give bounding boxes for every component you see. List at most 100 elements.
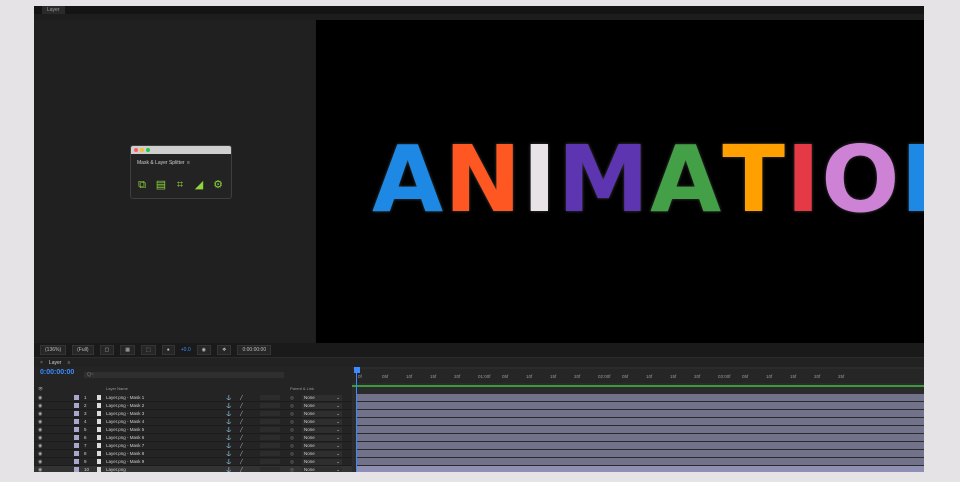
channel-icon[interactable]: ● [161, 345, 175, 355]
tab-layer[interactable]: Layer [42, 6, 65, 14]
pickwhip-icon[interactable]: ◎ [290, 451, 294, 457]
quality-switch-icon[interactable]: ╱ [240, 451, 243, 457]
layer-row[interactable]: ◉ 2 Layer.png - Mask 2 ⚓ ╱ ◎ None ⌄ [34, 402, 352, 410]
layer-bar[interactable] [356, 410, 924, 417]
layer-row[interactable]: ◉ 5 Layer.png - Mask 5 ⚓ ╱ ◎ None ⌄ [34, 426, 352, 434]
switches-cells[interactable] [260, 467, 280, 472]
pickwhip-icon[interactable]: ◎ [290, 435, 294, 441]
label-color-swatch[interactable] [74, 435, 79, 440]
close-icon[interactable]: × [40, 360, 43, 366]
layer-row[interactable]: ◉ 4 Layer.png - Mask 4 ⚓ ╱ ◎ None ⌄ [34, 418, 352, 426]
settings-icon[interactable]: ⚙ [212, 179, 224, 191]
work-area-bar[interactable] [352, 385, 924, 387]
eye-icon[interactable]: ◉ [38, 395, 42, 401]
close-window-button[interactable] [134, 148, 138, 152]
layer-bar[interactable] [356, 458, 924, 465]
layer-name[interactable]: Layer.png - Mask 1 [106, 395, 144, 400]
label-color-swatch[interactable] [74, 395, 79, 400]
eye-icon[interactable]: ◉ [38, 467, 42, 473]
parent-dropdown[interactable]: None ⌄ [302, 418, 342, 425]
quality-switch-icon[interactable]: ╱ [240, 443, 243, 449]
eye-icon[interactable]: ◉ [38, 411, 42, 417]
eye-icon[interactable]: ◉ [38, 427, 42, 433]
exposure-value[interactable]: +0.0 [181, 347, 191, 353]
pickwhip-icon[interactable]: ◎ [290, 467, 294, 473]
layer-row[interactable]: ◉ 8 Layer.png - Mask 8 ⚓ ╱ ◎ None ⌄ [34, 450, 352, 458]
layer-name[interactable]: Layer.png - Mask 6 [106, 435, 144, 440]
pickwhip-icon[interactable]: ◎ [290, 403, 294, 409]
quality-switch-icon[interactable]: ╱ [240, 395, 243, 401]
parent-dropdown[interactable]: None ⌄ [302, 442, 342, 449]
parent-dropdown[interactable]: None ⌄ [302, 458, 342, 465]
eye-icon[interactable]: ◉ [38, 459, 42, 465]
layer-search-input[interactable]: Q~ [84, 372, 284, 378]
zoom-window-button[interactable] [146, 148, 150, 152]
camera-icon[interactable]: ◉ [196, 345, 211, 355]
minimize-window-button[interactable] [140, 148, 144, 152]
current-time-display[interactable]: 0:00:00:00 [40, 369, 74, 376]
parent-dropdown[interactable]: None ⌄ [302, 434, 342, 441]
crop-icon[interactable]: ⌗ [174, 179, 186, 191]
shy-switch-icon[interactable]: ⚓ [226, 451, 232, 457]
label-color-swatch[interactable] [74, 427, 79, 432]
label-color-swatch[interactable] [74, 459, 79, 464]
timeline-tracks[interactable]: 0f 05f 10f 15f 20f 01:00f 05f 10f 15f 20f 02:00f 05… [352, 367, 924, 472]
layer-name[interactable]: Layer.png - Mask 3 [106, 411, 144, 416]
shy-switch-icon[interactable]: ⚓ [226, 467, 232, 473]
layer-split-icon[interactable]: ⧉ [136, 179, 148, 191]
quality-switch-icon[interactable]: ╱ [240, 403, 243, 409]
region-icon[interactable]: ▢ [99, 345, 115, 355]
layer-bar[interactable] [356, 426, 924, 433]
timeline-tab[interactable]: Layer [49, 360, 62, 366]
shy-switch-icon[interactable]: ⚓ [226, 411, 232, 417]
layer-row[interactable]: ◉ 6 Layer.png - Mask 6 ⚓ ╱ ◎ None ⌄ [34, 434, 352, 442]
menu-icon[interactable]: ≡ [67, 360, 70, 366]
shy-switch-icon[interactable]: ⚓ [226, 419, 232, 425]
viewer-timecode[interactable]: 0:00:00:00 [237, 345, 272, 355]
layer-row[interactable]: ◉ 1 Layer.png - Mask 1 ⚓ ╱ ◎ None ⌄ [34, 394, 352, 402]
pickwhip-icon[interactable]: ◎ [290, 419, 294, 425]
layer-name[interactable]: Layer.png - Mask 2 [106, 403, 144, 408]
switches-cells[interactable] [260, 395, 280, 400]
switches-cells[interactable] [260, 403, 280, 408]
layer-bar[interactable] [356, 394, 924, 401]
switches-cells[interactable] [260, 459, 280, 464]
show-snapshot-icon[interactable]: ❖ [217, 345, 232, 355]
label-color-swatch[interactable] [74, 419, 79, 424]
playhead-handle[interactable] [354, 367, 360, 373]
playhead[interactable] [354, 367, 360, 472]
switches-cells[interactable] [260, 443, 280, 448]
pickwhip-icon[interactable]: ◎ [290, 459, 294, 465]
eye-icon[interactable]: ◉ [38, 435, 42, 441]
shy-switch-icon[interactable]: ⚓ [226, 403, 232, 409]
align-icon[interactable]: ▤ [155, 179, 167, 191]
parent-dropdown[interactable]: None ⌄ [302, 402, 342, 409]
layer-row[interactable]: ◉ 9 Layer.png - Mask 9 ⚓ ╱ ◎ None ⌄ [34, 458, 352, 466]
label-color-swatch[interactable] [74, 467, 79, 472]
switches-cells[interactable] [260, 451, 280, 456]
eye-icon[interactable]: ◉ [38, 451, 42, 457]
pickwhip-icon[interactable]: ◎ [290, 427, 294, 433]
pickwhip-icon[interactable]: ◎ [290, 395, 294, 401]
quality-switch-icon[interactable]: ╱ [240, 411, 243, 417]
shy-switch-icon[interactable]: ⚓ [226, 435, 232, 441]
quality-switch-icon[interactable]: ╱ [240, 467, 243, 473]
stairs-icon[interactable]: ◢ [193, 179, 205, 191]
zoom-dropdown[interactable]: (136%) [40, 345, 67, 355]
switches-cells[interactable] [260, 419, 280, 424]
switches-cells[interactable] [260, 435, 280, 440]
parent-dropdown[interactable]: None ⌄ [302, 394, 342, 401]
label-color-swatch[interactable] [74, 443, 79, 448]
layer-name[interactable]: Layer.png - Mask 8 [106, 451, 144, 456]
time-ruler[interactable]: 0f 05f 10f 15f 20f 01:00f 05f 10f 15f 20f 02:00f 05… [352, 369, 924, 383]
eye-icon[interactable]: ◉ [38, 419, 42, 425]
layer-bar[interactable] [356, 442, 924, 449]
layer-bar[interactable] [356, 450, 924, 457]
layer-row[interactable]: ◉ 10 Layer.png ⚓ ╱ ◎ None ⌄ [34, 466, 352, 472]
layer-name-header[interactable]: Layer Name [106, 386, 128, 391]
shy-switch-icon[interactable]: ⚓ [226, 427, 232, 433]
parent-dropdown[interactable]: None ⌄ [302, 466, 342, 472]
layer-name[interactable]: Layer.png - Mask 5 [106, 427, 144, 432]
shy-switch-icon[interactable]: ⚓ [226, 395, 232, 401]
label-color-swatch[interactable] [74, 451, 79, 456]
